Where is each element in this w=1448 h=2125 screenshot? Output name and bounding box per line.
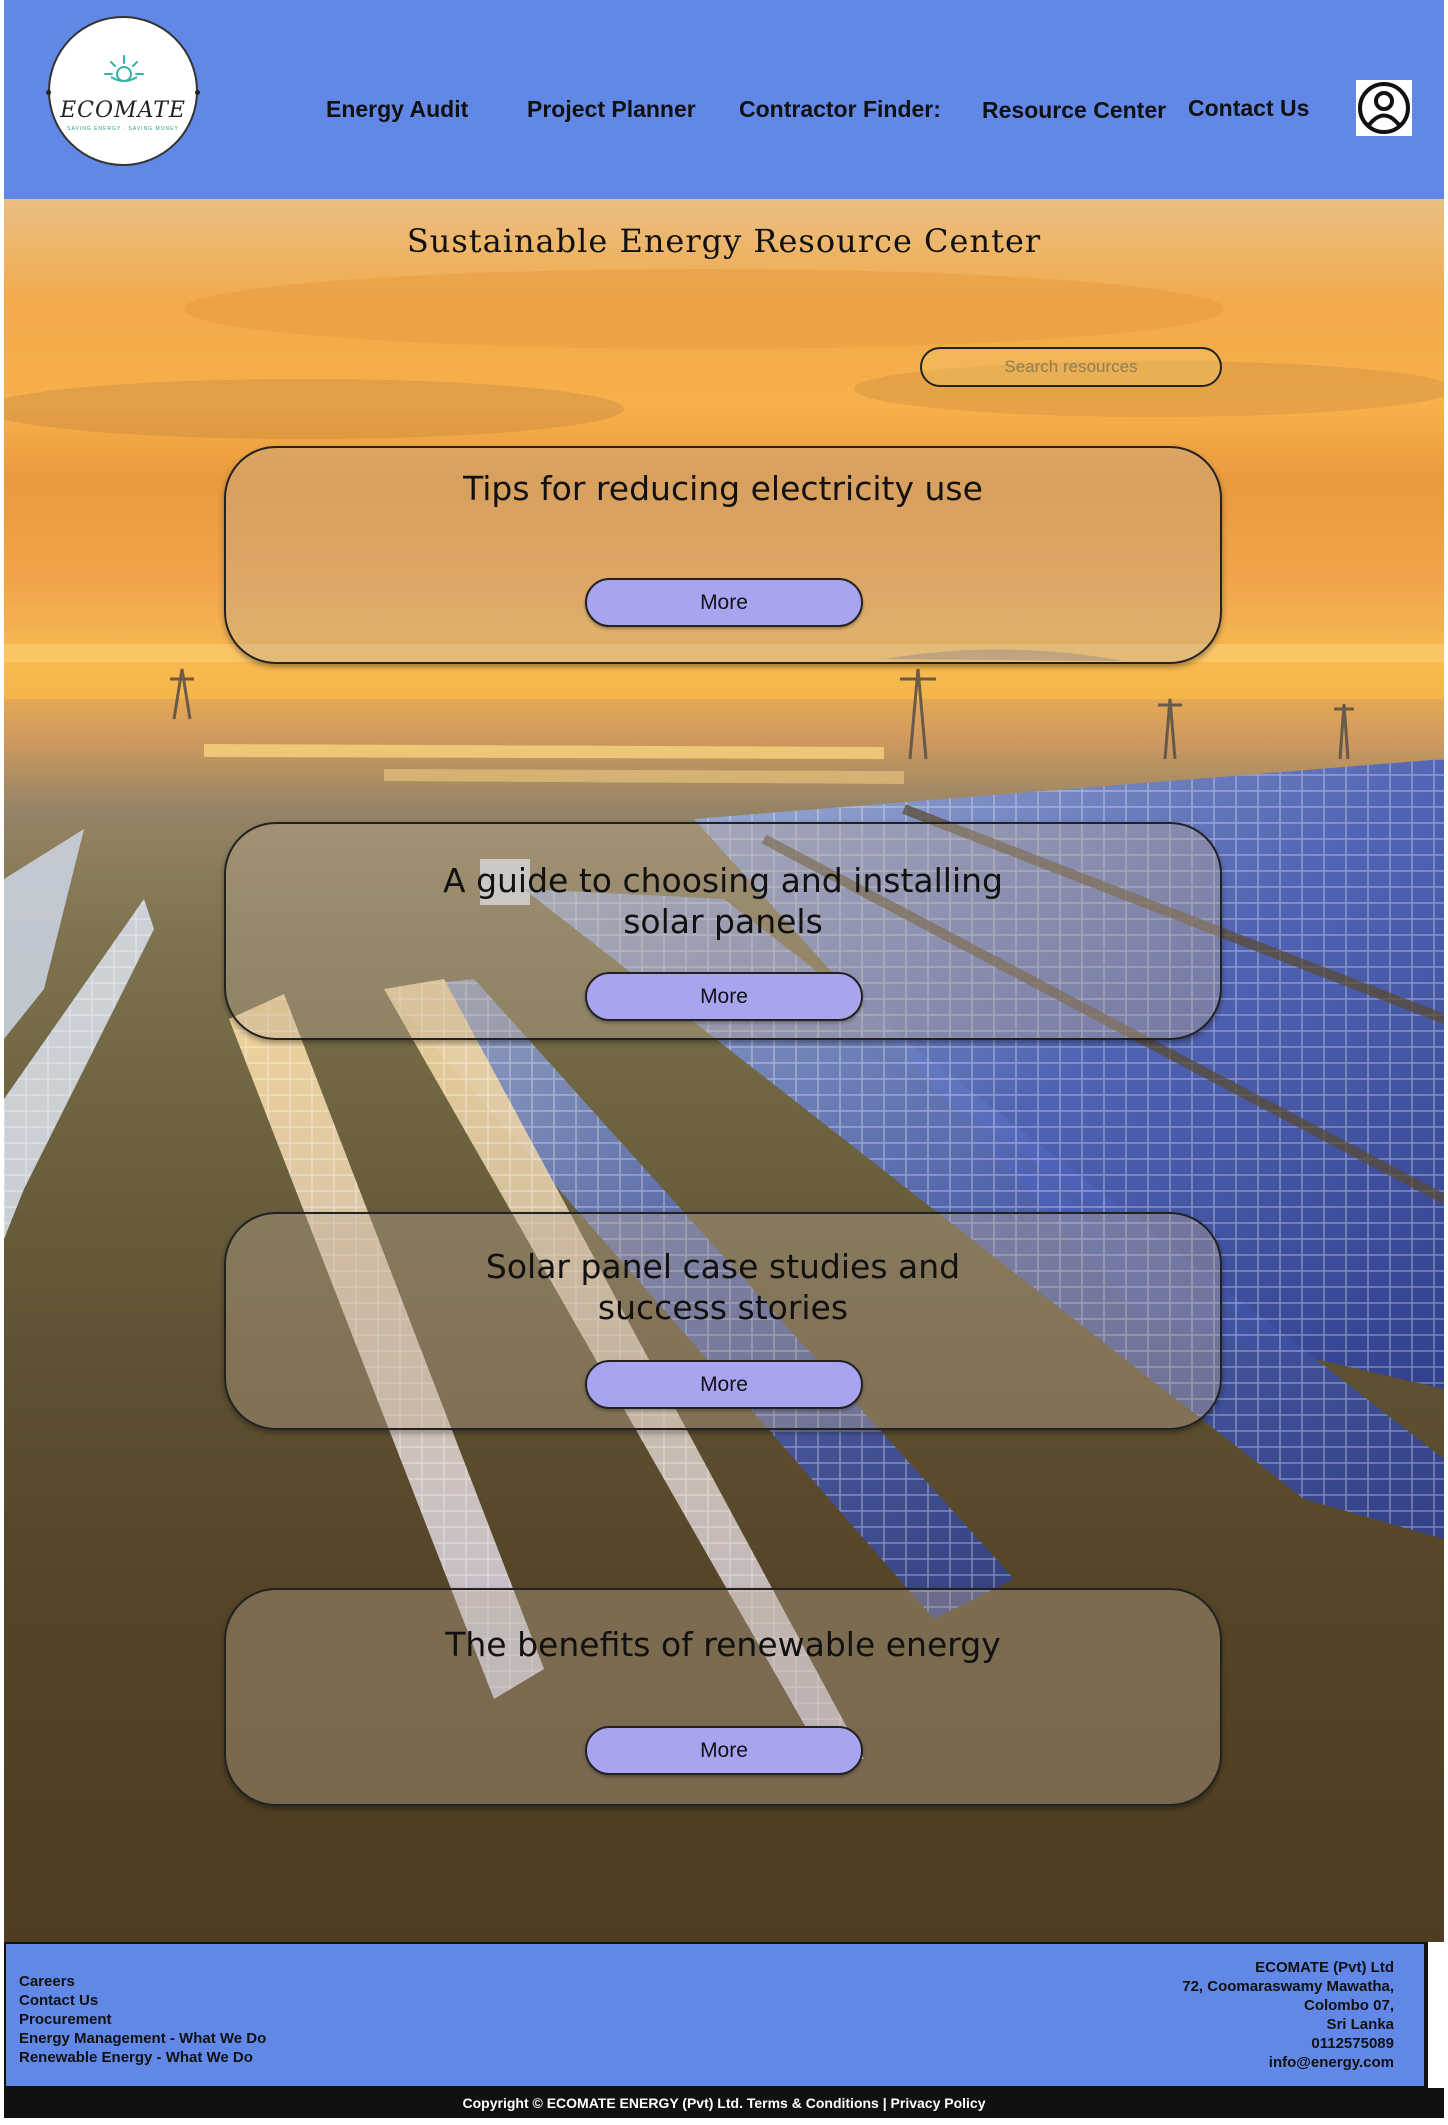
ecomate-logo[interactable]: ECOMATE SAVING ENERGY · SAVING MONEY (46, 16, 200, 166)
footer-link-contact-us[interactable]: Contact Us (19, 1991, 266, 2010)
nav-contractor-finder[interactable]: Contractor Finder: (739, 96, 941, 123)
user-circle-icon[interactable] (1356, 80, 1412, 136)
address-line: 72, Coomaraswamy Mawatha, (1182, 1978, 1394, 1995)
card-title-line: Solar panel case studies and (485, 1247, 961, 1286)
sun-icon (104, 55, 144, 82)
card-title-line: The benefits of renewable energy (445, 1625, 1001, 1664)
card-title: Solar panel case studies and success sto… (226, 1246, 1220, 1328)
address-line: Colombo 07, (1303, 1997, 1394, 2014)
card-title-line: solar panels (623, 902, 823, 941)
email-address[interactable]: info@energy.com (1182, 2053, 1394, 2072)
footer-address: ECOMATE (Pvt) Ltd 72, Coomaraswamy Mawat… (1182, 1958, 1394, 2072)
resource-card-electricity-tips: Tips for reducing electricity use More (224, 446, 1222, 664)
phone-number: 0112575089 (1311, 2035, 1394, 2052)
card-title-line: success stories (597, 1288, 849, 1327)
search-input[interactable] (920, 347, 1222, 387)
company-name: ECOMATE (Pvt) Ltd (1255, 1959, 1394, 1976)
privacy-link[interactable]: Privacy Policy (891, 2095, 986, 2111)
site-header: ECOMATE SAVING ENERGY · SAVING MONEY Ene… (4, 0, 1444, 199)
more-button[interactable]: More (585, 1360, 863, 1409)
more-button[interactable]: More (585, 1726, 863, 1775)
resource-card-solar-guide: A guide to choosing and installing solar… (224, 822, 1222, 1040)
logo-tagline: SAVING ENERGY · SAVING MONEY (67, 126, 179, 132)
link-separator: | (882, 2095, 887, 2111)
nav-project-planner[interactable]: Project Planner (527, 96, 696, 123)
more-button[interactable]: More (585, 972, 863, 1021)
terms-link[interactable]: Terms & Conditions (747, 2095, 879, 2111)
address-line: Sri Lanka (1326, 2016, 1394, 2033)
copyright-bar: Copyright © ECOMATE ENERGY (Pvt) Ltd. Te… (4, 2088, 1444, 2118)
footer-link-energy-management[interactable]: Energy Management - What We Do (19, 2029, 266, 2048)
footer-edge (1426, 1942, 1444, 2088)
card-title-line: Tips for reducing electricity use (463, 469, 983, 508)
resource-card-renewable-benefits: The benefits of renewable energy More (224, 1588, 1222, 1806)
logo-brand-name: ECOMATE (60, 98, 186, 123)
nav-energy-audit[interactable]: Energy Audit (326, 96, 468, 123)
resource-card-case-studies: Solar panel case studies and success sto… (224, 1212, 1222, 1430)
footer-link-careers[interactable]: Careers (19, 1972, 266, 1991)
footer-link-procurement[interactable]: Procurement (19, 2010, 266, 2029)
footer-links: Careers Contact Us Procurement Energy Ma… (19, 1972, 266, 2067)
page-title: Sustainable Energy Resource Center (406, 222, 1042, 260)
copyright-text: Copyright © ECOMATE ENERGY (Pvt) Ltd. (462, 2095, 743, 2111)
nav-resource-center[interactable]: Resource Center (982, 97, 1166, 124)
card-title-line: A guide to choosing and installing (443, 861, 1003, 900)
logo-dot-left (46, 90, 51, 95)
card-title: Tips for reducing electricity use (226, 468, 1220, 509)
logo-dot-right (195, 90, 200, 95)
more-button[interactable]: More (585, 578, 863, 627)
card-title: A guide to choosing and installing solar… (226, 860, 1220, 942)
card-title: The benefits of renewable energy (226, 1624, 1220, 1665)
footer-link-renewable-energy[interactable]: Renewable Energy - What We Do (19, 2048, 266, 2067)
nav-contact-us[interactable]: Contact Us (1188, 95, 1309, 122)
site-footer: Careers Contact Us Procurement Energy Ma… (4, 1942, 1426, 2088)
